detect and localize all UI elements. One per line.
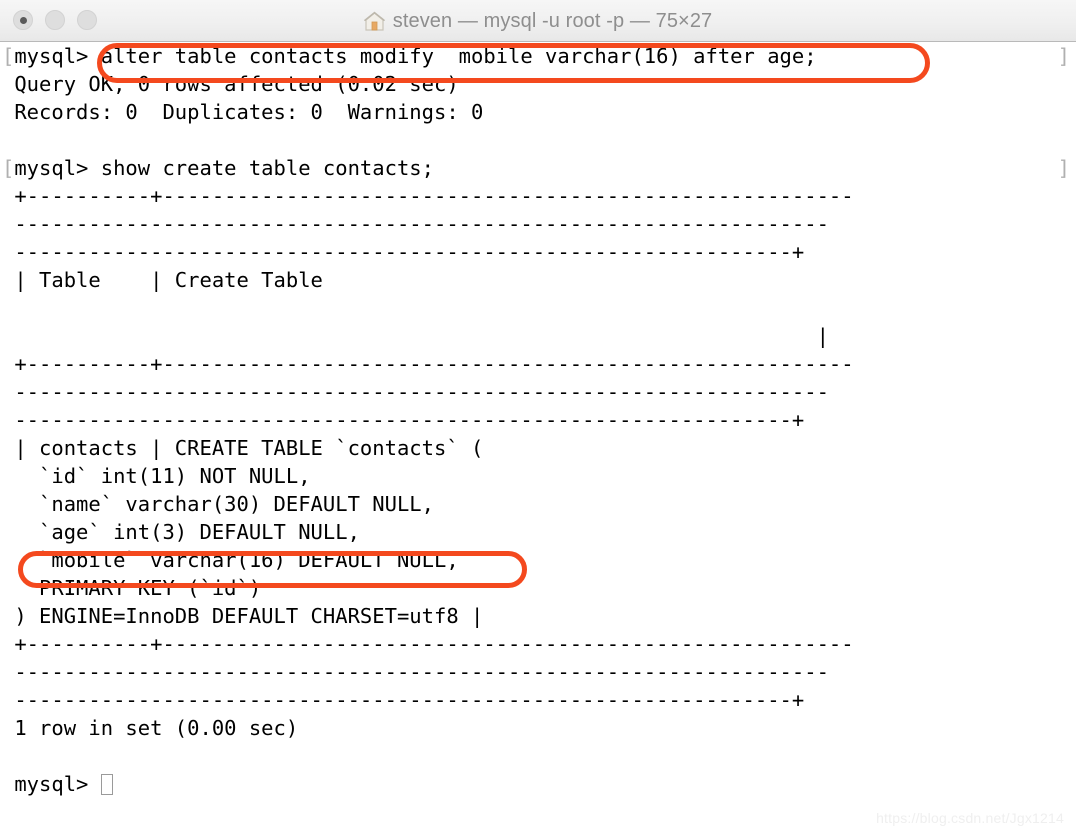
terminal-line-text: ----------------------------------------… bbox=[14, 380, 829, 404]
text-cursor bbox=[100, 774, 113, 795]
terminal-line: `id` int(11) NOT NULL, bbox=[0, 462, 1076, 490]
terminal-line: +----------+----------------------------… bbox=[0, 630, 1076, 658]
terminal-line-text: | contacts | CREATE TABLE `contacts` ( bbox=[14, 436, 484, 460]
window-title: steven — mysql -u root -p — 75×27 bbox=[392, 9, 713, 32]
terminal-output: [mysql> alter table contacts modify mobi… bbox=[0, 42, 1076, 798]
terminal-line-text: +----------+----------------------------… bbox=[14, 632, 854, 656]
terminal-line-text: PRIMARY KEY (`id`) bbox=[14, 576, 262, 600]
terminal-line: [mysql> alter table contacts modify mobi… bbox=[0, 42, 1076, 70]
maximize-button[interactable] bbox=[77, 10, 97, 30]
terminal-window: steven — mysql -u root -p — 75×27 [mysql… bbox=[0, 0, 1076, 832]
terminal-line-text: mysql> show create table contacts; bbox=[14, 156, 434, 180]
terminal-line: +----------+----------------------------… bbox=[0, 182, 1076, 210]
terminal-line: +----------+----------------------------… bbox=[0, 350, 1076, 378]
terminal-line: ----------------------------------------… bbox=[0, 658, 1076, 686]
prompt-mark-right: ] bbox=[1057, 156, 1070, 180]
terminal-line-text: ----------------------------------------… bbox=[14, 240, 805, 264]
terminal-line: ----------------------------------------… bbox=[0, 210, 1076, 238]
terminal-line-text: | Table | Create Table bbox=[14, 268, 323, 292]
terminal-line: 1 row in set (0.00 sec) bbox=[0, 714, 1076, 742]
terminal-line-text: ) ENGINE=InnoDB DEFAULT CHARSET=utf8 | bbox=[14, 604, 484, 628]
home-icon bbox=[363, 11, 385, 32]
terminal-line: [mysql> show create table contacts;] bbox=[0, 154, 1076, 182]
terminal-line: | bbox=[0, 322, 1076, 350]
terminal-line-text: `age` int(3) DEFAULT NULL, bbox=[14, 520, 360, 544]
terminal-line-text: Query OK, 0 rows affected (0.02 sec) bbox=[14, 72, 459, 96]
terminal-line: ) ENGINE=InnoDB DEFAULT CHARSET=utf8 | bbox=[0, 602, 1076, 630]
terminal-line: ----------------------------------------… bbox=[0, 686, 1076, 714]
terminal-line-text: ----------------------------------------… bbox=[14, 688, 805, 712]
terminal-line: ----------------------------------------… bbox=[0, 406, 1076, 434]
terminal-line: `name` varchar(30) DEFAULT NULL, bbox=[0, 490, 1076, 518]
terminal-line: | Table | Create Table bbox=[0, 266, 1076, 294]
terminal-line-text: +----------+----------------------------… bbox=[14, 184, 854, 208]
terminal-line bbox=[0, 294, 1076, 322]
window-titlebar: steven — mysql -u root -p — 75×27 bbox=[0, 0, 1076, 42]
terminal-line-text: +----------+----------------------------… bbox=[14, 352, 854, 376]
prompt-mark-left: [ bbox=[2, 44, 15, 68]
terminal-line-text: `mobile` varchar(16) DEFAULT NULL, bbox=[14, 548, 459, 572]
prompt-mark-left: [ bbox=[2, 156, 15, 180]
terminal-line: Query OK, 0 rows affected (0.02 sec) bbox=[0, 70, 1076, 98]
minimize-button[interactable] bbox=[45, 10, 65, 30]
terminal-line: ----------------------------------------… bbox=[0, 378, 1076, 406]
terminal-line bbox=[0, 742, 1076, 770]
terminal-line-text: 1 row in set (0.00 sec) bbox=[14, 716, 299, 740]
terminal-line: PRIMARY KEY (`id`) bbox=[0, 574, 1076, 602]
watermark: https://blog.csdn.net/Jgx1214 bbox=[876, 810, 1064, 826]
terminal-line-text: `name` varchar(30) DEFAULT NULL, bbox=[14, 492, 434, 516]
close-icon bbox=[19, 16, 27, 24]
terminal-line bbox=[0, 126, 1076, 154]
terminal-line: `mobile` varchar(16) DEFAULT NULL, bbox=[0, 546, 1076, 574]
window-controls bbox=[13, 10, 97, 30]
terminal-line: `age` int(3) DEFAULT NULL, bbox=[0, 518, 1076, 546]
terminal-line-text: | bbox=[14, 324, 829, 348]
terminal-line: mysql> bbox=[0, 770, 1076, 798]
terminal-line-text: ----------------------------------------… bbox=[14, 212, 829, 236]
terminal-line: | contacts | CREATE TABLE `contacts` ( bbox=[0, 434, 1076, 462]
terminal-line: ----------------------------------------… bbox=[0, 238, 1076, 266]
terminal-line-text: mysql> alter table contacts modify mobil… bbox=[14, 44, 817, 68]
terminal-line: Records: 0 Duplicates: 0 Warnings: 0 bbox=[0, 98, 1076, 126]
prompt-mark-right: ] bbox=[1057, 44, 1070, 68]
window-title-group: steven — mysql -u root -p — 75×27 bbox=[0, 0, 1076, 42]
terminal-screen[interactable]: [mysql> alter table contacts modify mobi… bbox=[0, 42, 1076, 832]
terminal-line-text: mysql> bbox=[14, 772, 101, 796]
terminal-line-text: ----------------------------------------… bbox=[14, 408, 805, 432]
terminal-line-text: `id` int(11) NOT NULL, bbox=[14, 464, 311, 488]
close-button[interactable] bbox=[13, 10, 33, 30]
terminal-line-text: Records: 0 Duplicates: 0 Warnings: 0 bbox=[14, 100, 484, 124]
terminal-line-text: ----------------------------------------… bbox=[14, 660, 829, 684]
